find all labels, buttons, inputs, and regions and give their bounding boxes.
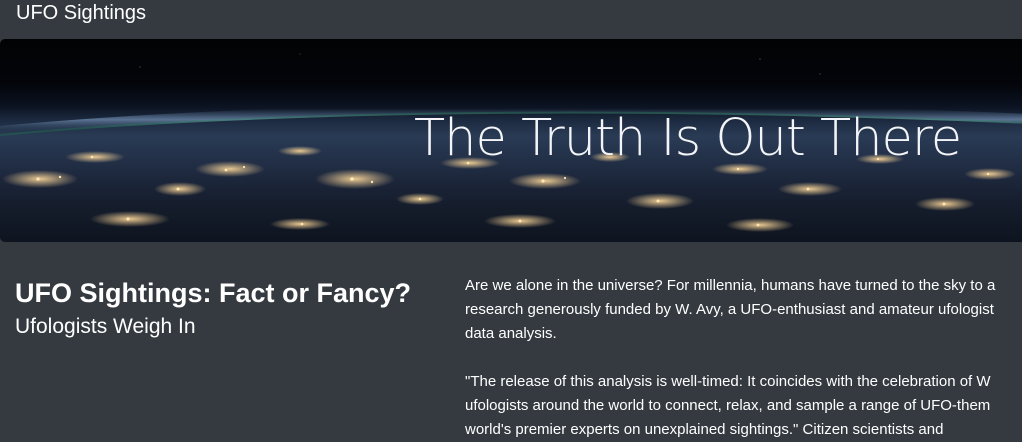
paragraph-line: Are we alone in the universe? For millen…: [465, 277, 996, 294]
page-heading: UFO Sightings: Fact or Fancy?: [15, 278, 412, 308]
hero-banner: The Truth Is Out There: [0, 39, 1022, 242]
paragraph-line: research generously funded by W. Avy, a …: [465, 301, 994, 318]
paragraph-line: world's premier experts on unexplained s…: [465, 421, 944, 438]
navbar-brand-link[interactable]: UFO Sightings: [16, 1, 146, 25]
article-paragraph: Are we alone in the universe? For millen…: [465, 274, 1022, 346]
paragraph-line: "The release of this analysis is well-ti…: [465, 373, 991, 390]
article-body: Are we alone in the universe? For millen…: [465, 274, 1022, 442]
page-subheading: Ufologists Weigh In: [15, 315, 196, 338]
article-paragraph: "The release of this analysis is well-ti…: [465, 370, 1022, 442]
paragraph-line: data analysis.: [465, 325, 557, 342]
top-navbar: UFO Sightings: [0, 0, 1022, 30]
hero-title: The Truth Is Out There: [414, 109, 962, 168]
paragraph-line: ufologists around the world to connect, …: [465, 397, 991, 414]
